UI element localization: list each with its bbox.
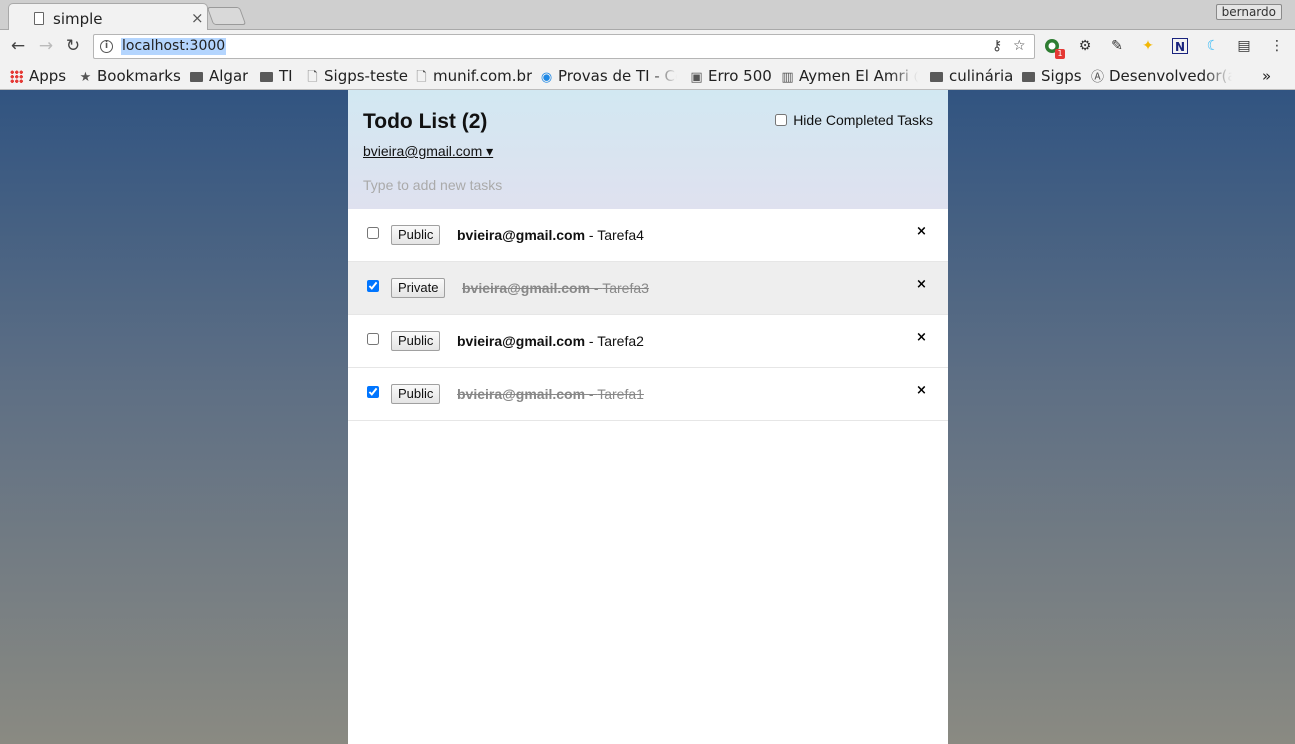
toggle-privacy-button[interactable]: Public [391, 331, 441, 351]
forward-icon[interactable]: → [37, 37, 55, 55]
bookmarks-overflow-button[interactable]: » [1262, 66, 1271, 86]
task-text: bvieira@gmail.com - Tarefa4 [457, 227, 644, 243]
folder-icon [1022, 72, 1035, 82]
task-name: Tarefa2 [597, 333, 644, 349]
bookmark-algar[interactable]: Algar [190, 66, 248, 86]
task-text: bvieira@gmail.com - Tarefa2 [457, 333, 644, 349]
folder-icon [260, 72, 273, 82]
key-icon[interactable]: ⚷ [992, 38, 1002, 54]
star-icon: ★ [79, 70, 92, 85]
bookmark-munif[interactable]: 🗋 munif.com.br [414, 66, 532, 86]
task-owner: bvieira@gmail.com [457, 227, 586, 243]
new-task-input[interactable] [363, 177, 923, 193]
task-separator: - [585, 333, 598, 349]
page-background: Todo List (2) Hide Completed Tasks bviei… [0, 90, 1295, 744]
task-text: bvieira@gmail.com - Tarefa3 [462, 280, 649, 296]
task-name: Tarefa4 [597, 227, 644, 243]
q-logo-icon: ◉ [540, 70, 553, 85]
task-separator: - [585, 227, 598, 243]
url-text[interactable]: localhost:3000 [121, 38, 227, 55]
task-list: Public bvieira@gmail.com - Tarefa4 × Pri… [348, 209, 948, 421]
task-name: Tarefa3 [602, 280, 649, 296]
todo-container: Todo List (2) Hide Completed Tasks bviei… [348, 90, 948, 744]
bookmark-provas-de-ti[interactable]: ◉Provas de TI - Cor [539, 66, 677, 86]
bookmark-desenvolvedor[interactable]: Ⓐ Desenvolvedor(a [1090, 66, 1232, 86]
user-account-menu[interactable]: bvieira@gmail.com ▾ [363, 143, 493, 160]
task-owner: bvieira@gmail.com [462, 280, 591, 296]
task-checkbox[interactable] [367, 280, 379, 292]
new-tab-button[interactable] [206, 7, 247, 25]
extension-badge: 1 [1055, 49, 1065, 59]
task-checkbox[interactable] [367, 227, 379, 239]
gear-icon[interactable]: ⚙ [1077, 38, 1093, 54]
bookmark-erro-500[interactable]: ▣ Erro 500 [689, 66, 771, 86]
bookmark-sigps-teste[interactable]: 🗋 Sigps-teste [305, 66, 408, 86]
eyedropper-icon[interactable]: ✎ [1109, 38, 1125, 54]
folder-icon [190, 72, 203, 82]
wave-extension-icon[interactable]: ☾ [1205, 38, 1221, 54]
hide-completed-label: Hide Completed Tasks [793, 112, 933, 128]
browser-toolbar: ← → ↻ i localhost:3000 ⚷ ☆ 1 ⚙ ✎ ✦ N ☾ ▤… [0, 30, 1295, 62]
browser-tab[interactable]: simple × [8, 3, 208, 30]
bookmark-star-icon[interactable]: ☆ [1013, 38, 1026, 54]
address-bar[interactable]: i localhost:3000 ⚷ ☆ [93, 34, 1035, 59]
bookmark-culinaria[interactable]: culinária [930, 66, 1013, 86]
todo-header: Todo List (2) Hide Completed Tasks bviei… [348, 90, 948, 209]
image-icon: ▣ [690, 70, 703, 85]
info-icon[interactable]: i [100, 40, 113, 53]
task-checkbox[interactable] [367, 333, 379, 345]
toggle-privacy-button[interactable]: Public [391, 225, 441, 245]
task-item: Public bvieira@gmail.com - Tarefa1 × [348, 368, 948, 421]
hide-completed-checkbox[interactable] [775, 114, 788, 126]
page-icon: 🗋 [416, 70, 427, 85]
task-item: Private bvieira@gmail.com - Tarefa3 × [348, 262, 948, 315]
profile-button[interactable]: bernardo [1215, 4, 1282, 20]
book-icon: ▥ [781, 70, 794, 85]
tab-title: simple [53, 10, 103, 28]
task-separator: - [590, 280, 603, 296]
document-icon [34, 12, 44, 25]
bookmark-apps[interactable]: Apps [10, 66, 66, 86]
toggle-privacy-button[interactable]: Public [391, 384, 441, 404]
puzzle-icon[interactable]: ✦ [1140, 38, 1156, 54]
bookmarks-bar: Apps ★ Bookmarks Algar TI 🗋 Sigps-teste 🗋 m… [0, 62, 1295, 90]
page-title: Todo List (2) [363, 110, 488, 133]
task-separator: - [585, 386, 598, 402]
bookmark-aymen-el-amri[interactable]: ▥ Aymen El Amri @ [780, 66, 918, 86]
tab-strip: simple × bernardo [0, 0, 1295, 30]
folder-icon [930, 72, 943, 82]
task-checkbox[interactable] [367, 386, 379, 398]
apps-grid-icon [10, 70, 23, 83]
task-owner: bvieira@gmail.com [457, 333, 586, 349]
hide-completed-toggle[interactable]: Hide Completed Tasks [775, 112, 933, 128]
bookmark-sigps[interactable]: Sigps [1022, 66, 1082, 86]
film-icon[interactable]: ▤ [1236, 38, 1252, 54]
back-icon[interactable]: ← [9, 37, 27, 55]
n-extension-icon[interactable]: N [1172, 38, 1188, 54]
task-item: Public bvieira@gmail.com - Tarefa2 × [348, 315, 948, 368]
tab-close-icon[interactable]: × [191, 9, 204, 27]
delete-task-icon[interactable]: × [916, 277, 927, 293]
bookmark-bookmarks[interactable]: ★ Bookmarks [78, 66, 181, 86]
task-owner: bvieira@gmail.com [457, 386, 586, 402]
page-icon: 🗋 [307, 70, 318, 85]
menu-dots-icon[interactable]: ⋮ [1269, 38, 1285, 54]
delete-task-icon[interactable]: × [916, 383, 927, 399]
task-text: bvieira@gmail.com - Tarefa1 [457, 386, 644, 402]
delete-task-icon[interactable]: × [916, 330, 927, 346]
task-item: Public bvieira@gmail.com - Tarefa4 × [348, 209, 948, 262]
reload-icon[interactable]: ↻ [64, 37, 82, 55]
toggle-privacy-button[interactable]: Private [391, 278, 446, 298]
a-circle-icon: Ⓐ [1090, 70, 1104, 85]
delete-task-icon[interactable]: × [916, 224, 927, 240]
bookmark-ti[interactable]: TI [260, 66, 293, 86]
task-name: Tarefa1 [597, 386, 644, 402]
